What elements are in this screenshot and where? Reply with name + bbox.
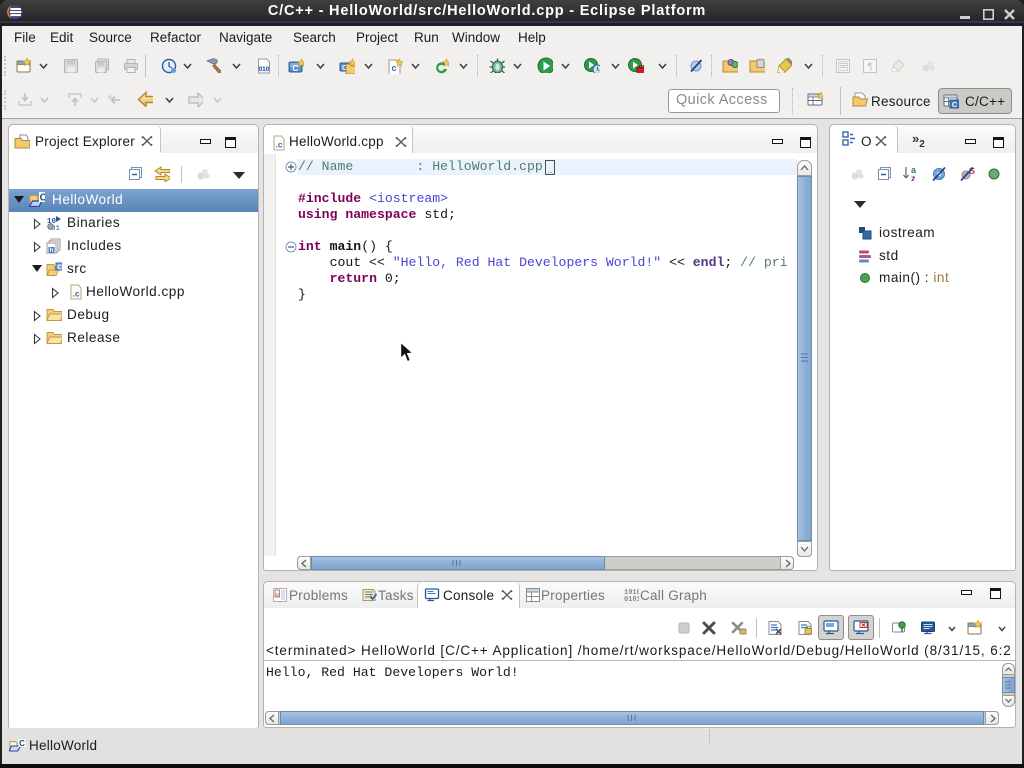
svg-text:.c: .c (72, 289, 79, 299)
svg-text:0101: 0101 (624, 596, 639, 603)
svg-text:C: C (40, 193, 45, 204)
svg-text:z: z (911, 174, 916, 182)
svg-text:C: C (952, 100, 958, 109)
svg-text:.c: .c (275, 140, 282, 150)
svg-text:C: C (57, 264, 62, 271)
svg-text:h: h (50, 247, 54, 254)
svg-text:C: C (19, 739, 25, 748)
